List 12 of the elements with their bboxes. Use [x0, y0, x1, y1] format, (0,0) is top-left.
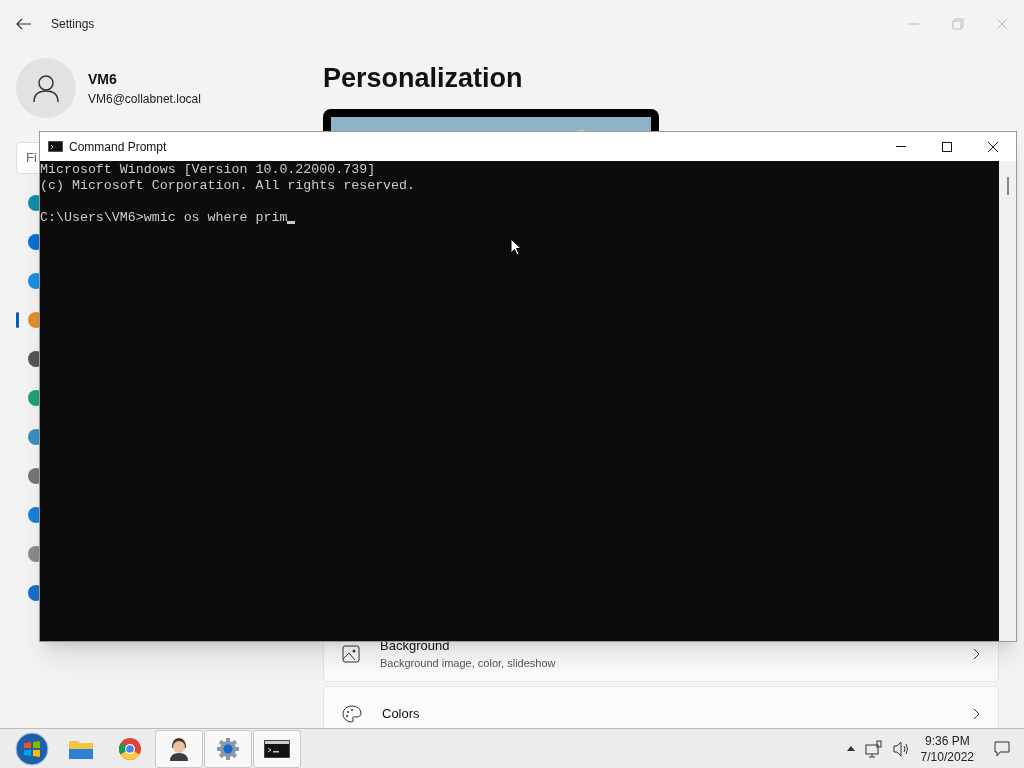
user-name: VM6	[88, 69, 118, 89]
user-email: VM6@collabnet.local	[88, 90, 201, 108]
window-title: Settings	[51, 16, 95, 33]
card-title: Colors	[382, 704, 421, 723]
card-subtitle: Background image, color, slideshow	[380, 656, 557, 671]
clock-time: 9:36 PM	[924, 732, 970, 749]
console-line: C:\Users\VM6>wmic os where prim	[40, 210, 288, 226]
console-line: (c) Microsoft Corporation. All rights reserved.	[40, 178, 416, 194]
page-title: Personalization	[323, 62, 524, 95]
clock-date: 7/10/2022	[920, 748, 974, 765]
console-line: Microsoft Windows [Version 10.0.22000.739]	[40, 162, 376, 178]
window-title: Command Prompt	[69, 138, 167, 156]
